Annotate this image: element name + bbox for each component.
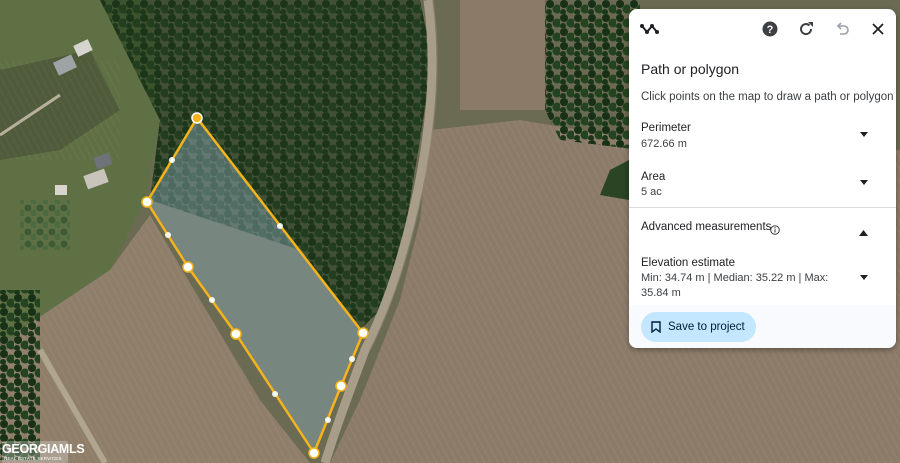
vertex-handle[interactable] xyxy=(308,447,320,459)
midpoint-handle[interactable] xyxy=(169,157,175,163)
panel-description: Click points on the map to draw a path o… xyxy=(641,91,894,103)
panel-toolbar: ? xyxy=(629,9,896,49)
help-icon[interactable]: ? xyxy=(758,17,782,41)
georgia-mls-watermark: GEORGIAMLS REAL ESTATE SERVICES xyxy=(2,441,85,463)
midpoint-handle[interactable] xyxy=(349,356,355,362)
vertex-handle[interactable] xyxy=(357,327,369,339)
vertex-handle[interactable] xyxy=(335,380,347,392)
save-to-project-label: Save to project xyxy=(668,321,745,333)
refresh-icon[interactable] xyxy=(794,17,818,41)
vertex-handle[interactable] xyxy=(141,196,153,208)
measurement-panel: ? Path or polygon Click points on the ma… xyxy=(629,9,896,348)
advanced-measurements-label: Advanced measurements xyxy=(641,221,772,233)
vertex-handle[interactable] xyxy=(182,261,194,273)
elevation-label: Elevation estimate xyxy=(641,257,735,269)
midpoint-handle[interactable] xyxy=(272,391,278,397)
watermark-brand: GEORGIAMLS xyxy=(2,442,85,456)
vertex-handle[interactable] xyxy=(230,328,242,340)
divider xyxy=(629,207,896,208)
chevron-down-icon xyxy=(860,275,868,280)
close-icon[interactable] xyxy=(866,17,890,41)
info-icon[interactable] xyxy=(770,222,780,240)
tree-cluster xyxy=(20,200,70,250)
bookmark-icon xyxy=(651,321,661,333)
vertex-handle[interactable] xyxy=(191,112,203,124)
elevation-value: Min: 34.74 m | Median: 35.22 m | Max: 35… xyxy=(641,272,829,299)
chevron-down-icon xyxy=(860,180,868,185)
svg-text:?: ? xyxy=(767,24,774,36)
midpoint-handle[interactable] xyxy=(325,417,331,423)
advanced-measurements-toggle[interactable]: Advanced measurements xyxy=(629,214,896,240)
treeline-top-right xyxy=(545,0,640,150)
area-value: 5 ac xyxy=(641,186,662,198)
midpoint-handle[interactable] xyxy=(165,232,171,238)
midpoint-handle[interactable] xyxy=(277,223,283,229)
midpoint-handle[interactable] xyxy=(209,297,215,303)
perimeter-value: 672.66 m xyxy=(641,138,687,150)
perimeter-row[interactable]: Perimeter 672.66 m xyxy=(629,119,896,163)
elevation-row[interactable]: Elevation estimate Min: 34.74 m | Median… xyxy=(629,254,896,304)
area-label: Area xyxy=(641,171,666,183)
watermark-tagline: REAL ESTATE SERVICES xyxy=(4,456,62,461)
house xyxy=(55,185,67,195)
save-to-project-button[interactable]: Save to project xyxy=(641,312,756,342)
panel-title: Path or polygon xyxy=(641,61,740,77)
path-squiggle-icon xyxy=(638,17,662,41)
tree-cluster xyxy=(0,290,40,460)
undo-icon[interactable] xyxy=(830,17,854,41)
area-row[interactable]: Area 5 ac xyxy=(629,168,896,206)
perimeter-label: Perimeter xyxy=(641,122,691,134)
chevron-down-icon xyxy=(860,132,868,137)
chevron-up-icon xyxy=(859,223,868,241)
field-top-right xyxy=(460,0,545,110)
